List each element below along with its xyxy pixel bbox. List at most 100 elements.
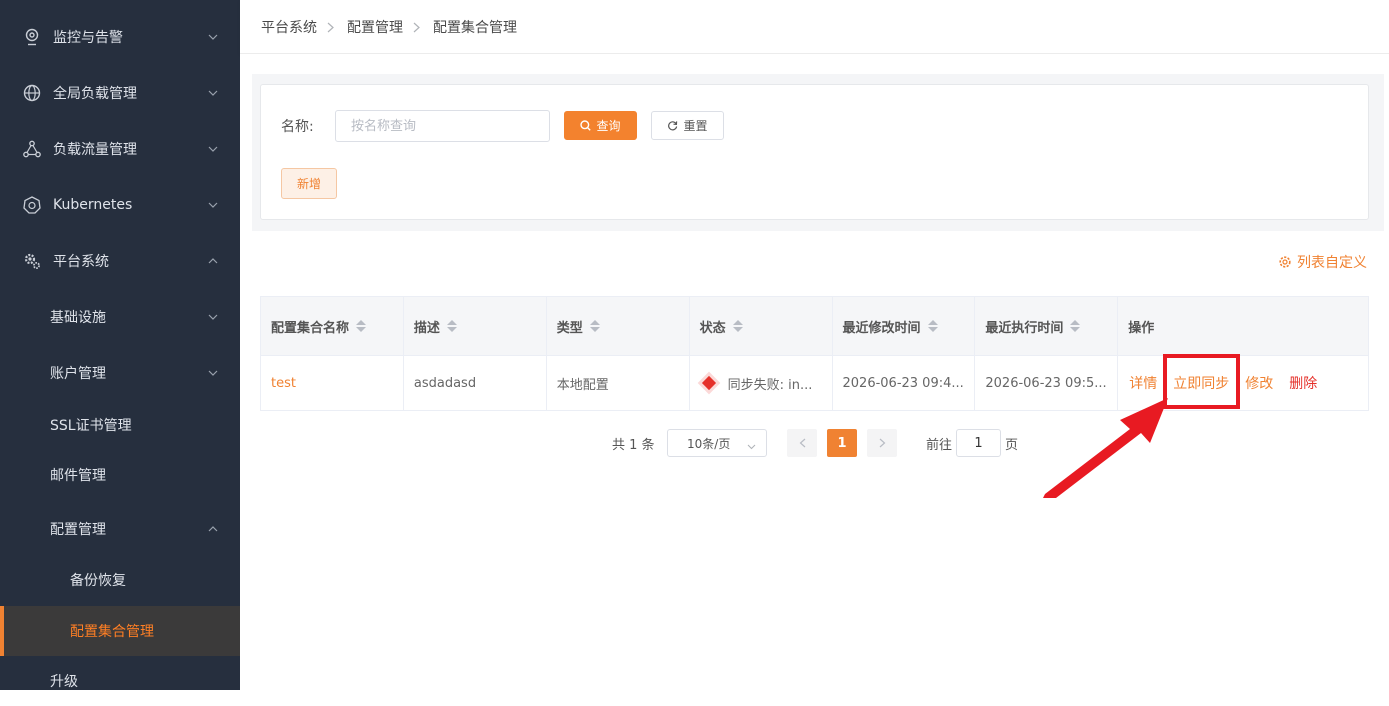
delete-link[interactable]: 删除	[1289, 373, 1317, 393]
page-suffix-label: 页	[1005, 438, 1019, 453]
reset-button[interactable]: 重置	[651, 111, 724, 140]
sidebar-item-label: 基础设施	[50, 310, 106, 326]
goto-page-input[interactable]	[956, 429, 1001, 457]
list-customize-label: 列表自定义	[1297, 255, 1367, 271]
chevron-right-icon	[413, 22, 423, 32]
sidebar-item-label: 备份恢复	[70, 573, 126, 589]
sidebar-item-config[interactable]: 配置管理	[0, 501, 240, 557]
column-header-label: 操作	[1128, 320, 1155, 336]
sidebar-item-label: Kubernetes	[53, 197, 133, 213]
chevron-right-icon	[327, 22, 337, 32]
column-header-status[interactable]: 状态	[690, 297, 833, 355]
sidebar-item-global-load[interactable]: 全局负载管理	[0, 65, 240, 121]
breadcrumb-item: 配置集合管理	[433, 20, 517, 36]
table-header: 配置集合名称 描述 类型 状态 最近修改时间 最近执行时间 操作	[261, 297, 1368, 356]
pagination: 共 1 条 10条/页 1 前往 页	[0, 429, 1389, 457]
chevron-up-icon	[206, 254, 220, 268]
chevron-down-icon	[206, 86, 220, 100]
active-indicator	[0, 606, 4, 656]
page-size-value: 10条/页	[687, 436, 731, 451]
chevron-right-icon	[879, 438, 885, 448]
column-header-executed[interactable]: 最近执行时间	[975, 297, 1119, 355]
sidebar-item-label: 账户管理	[50, 366, 106, 382]
cell-type: 本地配置	[547, 356, 690, 410]
sidebar-item-monitoring[interactable]: 监控与告警	[0, 9, 240, 65]
annotation-highlight-box	[1163, 354, 1240, 409]
page-size-select[interactable]: 10条/页	[667, 429, 767, 457]
cell-name: test	[261, 356, 404, 410]
column-header-type[interactable]: 类型	[547, 297, 690, 355]
sidebar-item-upgrade[interactable]: 升级	[0, 656, 240, 706]
sidebar-item-label: 配置集合管理	[70, 624, 154, 640]
query-button[interactable]: 查询	[564, 111, 637, 140]
page-number-current[interactable]: 1	[827, 429, 857, 457]
prev-page-button[interactable]	[787, 429, 817, 457]
sidebar-item-label: 平台系统	[53, 254, 109, 270]
chevron-down-icon	[206, 310, 220, 324]
detail-link[interactable]: 详情	[1129, 373, 1157, 393]
sidebar-item-backup[interactable]: 备份恢复	[0, 553, 240, 607]
column-header-name[interactable]: 配置集合名称	[261, 297, 404, 355]
sidebar-item-label: 邮件管理	[50, 468, 106, 484]
sort-icon[interactable]	[927, 320, 938, 332]
chevron-down-icon	[206, 366, 220, 380]
sidebar-item-infrastructure[interactable]: 基础设施	[0, 289, 240, 345]
chevron-up-icon	[206, 522, 220, 536]
sidebar-item-kubernetes[interactable]: Kubernetes	[0, 177, 240, 233]
cell-executed: 2026-06-23 09:5...	[975, 356, 1119, 410]
column-header-label: 最近修改时间	[842, 320, 921, 336]
search-icon	[580, 120, 592, 131]
cell-modified: 2026-06-23 09:4...	[833, 356, 976, 410]
header: 平台系统 配置管理 配置集合管理	[240, 0, 1389, 54]
gear-icon	[22, 251, 42, 271]
sort-icon[interactable]	[446, 320, 457, 332]
status-text: 同步失败: in...	[727, 377, 813, 393]
sidebar-item-label: 升级	[50, 674, 78, 690]
column-header-label: 配置集合名称	[271, 320, 350, 336]
cell-actions: 详情 立即同步 修改 删除	[1118, 356, 1368, 410]
chevron-down-icon	[206, 198, 220, 212]
pagination-total: 共 1 条	[612, 438, 655, 453]
sort-icon[interactable]	[1070, 320, 1081, 332]
column-header-label: 类型	[556, 320, 583, 336]
column-header-actions: 操作	[1118, 297, 1368, 355]
sidebar: 监控与告警 全局负载管理 负载流量管理 Kubernetes 平台系统 基础设施	[0, 0, 240, 690]
refresh-icon	[668, 121, 678, 131]
error-status-icon	[701, 375, 716, 391]
sort-icon[interactable]	[589, 320, 600, 332]
breadcrumb: 平台系统 配置管理 配置集合管理	[261, 17, 517, 37]
column-header-label: 最近执行时间	[985, 320, 1064, 336]
breadcrumb-item[interactable]: 平台系统	[261, 17, 317, 37]
sidebar-item-config-collection[interactable]: 配置集合管理	[0, 606, 240, 656]
column-header-label: 描述	[413, 320, 440, 336]
column-header-modified[interactable]: 最近修改时间	[833, 297, 976, 355]
name-search-input[interactable]	[335, 110, 550, 142]
sidebar-item-accounts[interactable]: 账户管理	[0, 345, 240, 401]
breadcrumb-item[interactable]: 配置管理	[347, 17, 403, 37]
gear-icon	[1279, 256, 1291, 268]
add-button[interactable]: 新增	[281, 168, 337, 199]
sidebar-item-label: 全局负载管理	[53, 86, 137, 102]
name-filter-label: 名称:	[281, 119, 314, 135]
reset-button-label: 重置	[683, 119, 708, 133]
sort-icon[interactable]	[356, 320, 367, 332]
list-customize-link[interactable]: 列表自定义	[1278, 252, 1367, 272]
cell-description: asdadasd	[404, 356, 547, 410]
column-header-description[interactable]: 描述	[404, 297, 547, 355]
sidebar-item-platform-system[interactable]: 平台系统	[0, 233, 240, 289]
filter-panel	[260, 84, 1369, 220]
sidebar-item-label: 负载流量管理	[53, 142, 137, 158]
chevron-down-icon	[747, 439, 756, 453]
cell-status: 同步失败: in...	[690, 356, 833, 410]
chevron-down-icon	[206, 142, 220, 156]
sidebar-item-load-traffic[interactable]: 负载流量管理	[0, 121, 240, 177]
next-page-button[interactable]	[867, 429, 897, 457]
flow-icon	[22, 139, 42, 159]
sidebar-item-label: 监控与告警	[53, 30, 123, 46]
query-button-label: 查询	[596, 119, 621, 133]
chevron-left-icon	[799, 438, 805, 448]
config-name-link[interactable]: test	[271, 376, 296, 391]
edit-link[interactable]: 修改	[1245, 373, 1273, 393]
chevron-down-icon	[206, 30, 220, 44]
sort-icon[interactable]	[732, 320, 743, 332]
